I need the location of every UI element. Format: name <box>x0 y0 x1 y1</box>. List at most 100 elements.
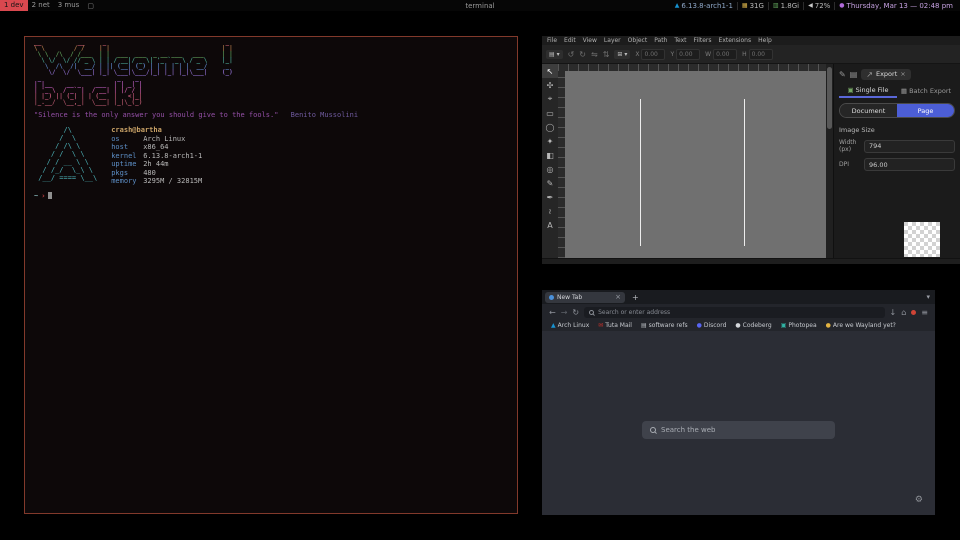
coordinate-field: X <box>635 49 665 60</box>
workspace-tag[interactable]: 3 mus <box>54 0 84 11</box>
toolbox-tool[interactable]: ◎ <box>542 162 558 176</box>
menu-item[interactable]: Text <box>674 37 686 44</box>
dpi-label: DPI <box>839 161 860 168</box>
transform-icon[interactable]: ⇅ <box>603 50 610 59</box>
url-bar[interactable] <box>584 307 884 318</box>
coordinate-input[interactable] <box>749 49 773 60</box>
fetch-label: os <box>111 135 143 144</box>
menu-item[interactable]: Help <box>758 37 772 44</box>
bookmark-item[interactable]: ▣ Photopea <box>781 322 817 329</box>
workspace-tag[interactable]: 1 dev <box>0 0 28 11</box>
web-search-input[interactable] <box>661 426 827 434</box>
menu-item[interactable]: Edit <box>564 37 576 44</box>
document-button[interactable]: Document <box>840 104 897 117</box>
tool-controls-bar: ▤ ▾ ↺↻⇋⇅ ⊞ ▾ X Y W H <box>542 45 960 64</box>
fetch-row: kernel6.13.8-arch1-1 <box>111 152 202 161</box>
close-icon[interactable]: × <box>900 70 905 78</box>
forward-button[interactable]: → <box>561 308 568 317</box>
toolbox-tool[interactable]: ✦ <box>542 134 558 148</box>
menu-item[interactable]: Layer <box>604 37 621 44</box>
dock-tab-bar: ✎ ▤ ↗ Export × <box>839 67 955 81</box>
tab-batch-export[interactable]: ▦ Batch Export <box>897 84 955 98</box>
inkscape-canvas[interactable] <box>565 71 826 258</box>
export-dock-tab[interactable]: ↗ Export × <box>861 69 910 80</box>
fetch-value: x86_64 <box>143 143 168 151</box>
menu-icon[interactable]: ≡ <box>921 308 928 317</box>
download-icon[interactable]: ↓ <box>890 308 897 317</box>
pen-icon[interactable]: ✎ <box>839 70 846 79</box>
toolbox-tool[interactable]: ↖ <box>542 64 558 78</box>
module-text: 1.8Gi <box>781 2 800 10</box>
url-input[interactable] <box>598 309 879 316</box>
home-icon[interactable]: ⌂ <box>901 308 906 317</box>
search-icon <box>650 427 656 433</box>
batch-export-label: Batch Export <box>909 87 951 95</box>
tab-list-chevron-icon[interactable]: ▾ <box>926 293 930 301</box>
bookmark-item[interactable]: ✉ Tuta Mail <box>598 322 632 329</box>
fetch-row: osArch Linux <box>111 135 202 144</box>
browser-window[interactable]: New Tab × + ▾ ← → ↻ ↓ ⌂ ≡ ▲ Arch Linux ✉… <box>542 290 935 515</box>
snap-dropdown[interactable]: ⊞ ▾ <box>614 50 630 59</box>
bookmark-item[interactable]: ● Discord <box>697 322 727 329</box>
bookmark-item[interactable]: ▲ Arch Linux <box>551 322 589 329</box>
transform-icon[interactable]: ↺ <box>568 50 575 59</box>
module-icon: ◀ <box>808 2 813 9</box>
tab-title: New Tab <box>557 294 612 301</box>
menu-item[interactable]: Filters <box>694 37 712 44</box>
fetch-label: host <box>111 143 143 152</box>
web-search-box[interactable] <box>642 421 835 439</box>
coordinate-label: W <box>705 51 711 58</box>
bookmark-item[interactable]: ▤ software refs <box>641 322 688 329</box>
reload-button[interactable]: ↻ <box>572 308 579 317</box>
bookmark-label: Photopea <box>788 322 816 329</box>
transform-icon[interactable]: ↻ <box>579 50 586 59</box>
menu-item[interactable]: File <box>547 37 557 44</box>
layers-icon[interactable]: ▤ <box>850 70 858 79</box>
gear-icon[interactable]: ⚙ <box>915 495 923 505</box>
module-text: 31G <box>750 2 764 10</box>
fetch-label: pkgs <box>111 169 143 178</box>
coordinate-input[interactable] <box>676 49 700 60</box>
browser-tab[interactable]: New Tab × <box>545 292 625 303</box>
coordinate-input[interactable] <box>641 49 665 60</box>
width-input[interactable] <box>864 140 955 153</box>
dpi-input[interactable] <box>864 158 955 171</box>
tab-close-icon[interactable]: × <box>615 293 621 301</box>
toolbox-tool[interactable]: ◧ <box>542 148 558 162</box>
toolbox-tool[interactable]: A <box>542 218 558 232</box>
tab-single-file[interactable]: ▣ Single File <box>839 84 897 98</box>
bookmark-item[interactable]: ● Codeberg <box>735 322 771 329</box>
terminal-window[interactable]: __ __ _ _ \ \ / / | | | | \ \ /\ / /___ … <box>24 36 518 514</box>
toolbox-tool[interactable]: ✒ <box>542 190 558 204</box>
dpi-row: DPI <box>839 158 955 171</box>
selection-mode-dropdown[interactable]: ▤ ▾ <box>546 50 563 59</box>
shell-prompt[interactable]: ~ › <box>34 192 508 200</box>
extension-icon[interactable] <box>911 310 916 315</box>
canvas-scrollbar[interactable] <box>826 64 833 258</box>
menu-item[interactable]: View <box>583 37 597 44</box>
inkscape-window[interactable]: File Edit View Layer Object Path Text Filters Ex… <box>542 36 960 264</box>
workspace-tag[interactable]: 2 net <box>28 0 54 11</box>
toolbox-tool[interactable]: ▭ <box>542 106 558 120</box>
page-button[interactable]: Page <box>897 104 954 117</box>
new-tab-button[interactable]: + <box>632 293 639 302</box>
status-module: ▦ 31G <box>737 2 768 10</box>
quote-text: "Silence is the only answer you should g… <box>34 111 278 119</box>
toolbox-tool[interactable]: ⌖ <box>542 92 558 106</box>
toolbox-tool[interactable]: ✎ <box>542 176 558 190</box>
terminal-cursor <box>48 192 52 199</box>
fetch-label: uptime <box>111 160 143 169</box>
menu-item[interactable]: Extensions <box>719 37 752 44</box>
coordinate-input[interactable] <box>713 49 737 60</box>
bookmark-favicon: ● <box>697 322 702 329</box>
menu-item[interactable]: Path <box>654 37 667 44</box>
toolbox-tool[interactable]: ◯ <box>542 120 558 134</box>
back-button[interactable]: ← <box>549 308 556 317</box>
toolbox-tool[interactable]: ✣ <box>542 78 558 92</box>
menu-item[interactable]: Object <box>628 37 648 44</box>
bookmark-item[interactable]: ● Are we Wayland yet? <box>826 322 896 329</box>
layout-symbol[interactable]: ▢ <box>83 2 98 10</box>
transform-icon[interactable]: ⇋ <box>591 50 598 59</box>
toolbox-tool[interactable]: ≀ <box>542 204 558 218</box>
scrollbar-thumb[interactable] <box>827 67 832 129</box>
